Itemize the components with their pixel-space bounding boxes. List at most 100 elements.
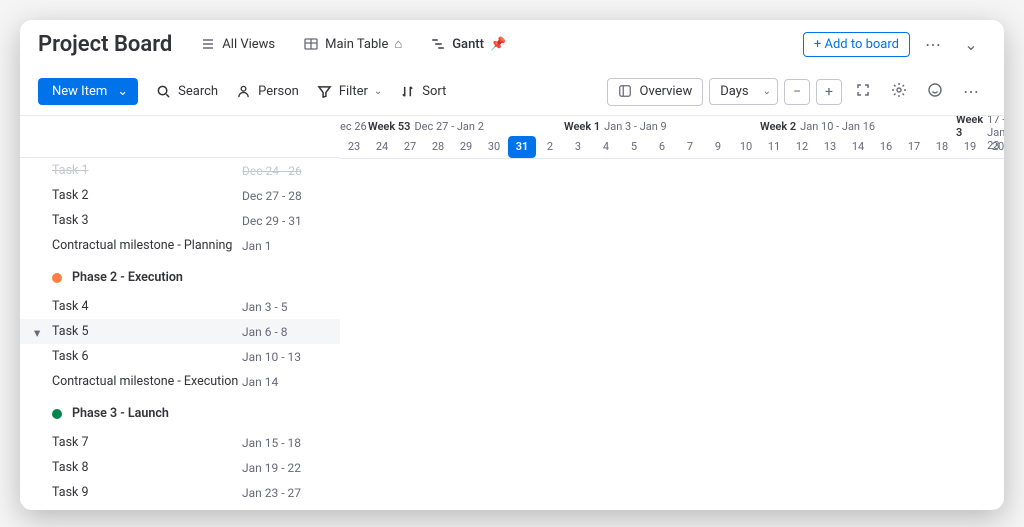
all-views-menu[interactable]: All Views bbox=[200, 36, 275, 52]
week-header: Week 2 Jan 10 - Jan 16 bbox=[760, 116, 875, 136]
chevron-down-icon: ⌄ bbox=[117, 84, 128, 99]
phase-row[interactable]: Phase 2 - Execution bbox=[20, 265, 340, 290]
task-name: Task 6 bbox=[52, 349, 242, 364]
gear-icon bbox=[891, 82, 907, 102]
phase-dot-icon bbox=[52, 273, 62, 283]
day-header: 31 bbox=[508, 136, 536, 158]
task-name: Task 3 bbox=[52, 213, 242, 228]
day-header: 20 bbox=[984, 136, 1004, 158]
task-dates: Jan 14 bbox=[242, 375, 278, 389]
filter-button[interactable]: Filter ⌄ bbox=[317, 84, 382, 100]
dots-icon: ⋯ bbox=[925, 35, 941, 54]
day-header: 3 bbox=[564, 136, 592, 158]
expand-icon[interactable]: ▾ bbox=[34, 325, 48, 339]
new-item-label: New Item bbox=[52, 84, 107, 99]
zoom-select[interactable]: Days ⌄ bbox=[709, 78, 778, 105]
day-header: 5 bbox=[620, 136, 648, 158]
day-header: 9 bbox=[704, 136, 732, 158]
task-row[interactable]: Task 6Jan 10 - 13 bbox=[20, 344, 340, 369]
task-row[interactable]: Task 7Jan 15 - 18 bbox=[20, 430, 340, 455]
task-row[interactable]: Task 2Dec 27 - 28 bbox=[20, 183, 340, 208]
chevron-down-icon: ⌄ bbox=[763, 86, 771, 97]
week-header: ec 26 bbox=[340, 116, 367, 136]
dots-icon: ⋯ bbox=[963, 82, 979, 101]
person-icon bbox=[236, 84, 252, 100]
fullscreen-button[interactable] bbox=[848, 77, 878, 107]
overview-label: Overview bbox=[640, 84, 693, 99]
week-header: Week 3 Jan 17 - Jan 23 bbox=[956, 116, 1004, 136]
chevron-down-icon: ⌄ bbox=[964, 35, 977, 54]
day-header: 17 bbox=[900, 136, 928, 158]
day-header: 28 bbox=[424, 136, 452, 158]
view-gantt[interactable]: Gantt 📌 bbox=[430, 36, 506, 52]
task-dates: Dec 29 - 31 bbox=[242, 214, 302, 228]
day-header: 16 bbox=[872, 136, 900, 158]
gantt-icon bbox=[430, 36, 446, 52]
task-row[interactable]: Task 9Jan 23 - 27 bbox=[20, 480, 340, 505]
task-dates: Jan 6 - 8 bbox=[242, 325, 288, 339]
add-to-board-button[interactable]: + Add to board bbox=[803, 32, 910, 57]
task-name: Task 8 bbox=[52, 460, 242, 475]
task-name: Contractual milestone - Planning bbox=[52, 238, 242, 253]
day-header: 12 bbox=[788, 136, 816, 158]
task-dates: Dec 27 - 28 bbox=[242, 189, 302, 203]
menu-icon bbox=[200, 36, 216, 52]
task-row[interactable]: ▾ Task 5Jan 6 - 8 bbox=[20, 319, 340, 344]
day-header: 29 bbox=[452, 136, 480, 158]
view-main-table-label: Main Table bbox=[325, 37, 388, 52]
task-row[interactable]: Contractual milestone - ExecutionJan 14 bbox=[20, 369, 340, 394]
sort-button[interactable]: Sort bbox=[400, 84, 446, 100]
filter-label: Filter bbox=[339, 84, 368, 99]
expand-icon bbox=[855, 82, 871, 102]
minus-icon: − bbox=[793, 84, 801, 100]
task-row[interactable]: Task 4Jan 3 - 5 bbox=[20, 294, 340, 319]
collapse-toggle[interactable]: ⌄ bbox=[956, 29, 986, 59]
day-header: 14 bbox=[844, 136, 872, 158]
sort-icon bbox=[400, 84, 416, 100]
feedback-button[interactable] bbox=[920, 77, 950, 107]
day-header: 19 bbox=[956, 136, 984, 158]
task-name: Contractual milestone - Execution bbox=[52, 374, 242, 389]
smile-icon bbox=[927, 82, 943, 102]
search-button[interactable]: Search bbox=[156, 84, 218, 100]
task-row[interactable]: Contractual milestone - LaunchJan 28 bbox=[20, 505, 340, 510]
zoom-in-button[interactable]: + bbox=[816, 79, 842, 105]
person-label: Person bbox=[258, 84, 299, 99]
task-dates: Jan 3 - 5 bbox=[242, 300, 288, 314]
task-dates: Dec 24 - 26 bbox=[242, 164, 302, 178]
task-dates: Jan 15 - 18 bbox=[242, 436, 301, 450]
zoom-label: Days bbox=[720, 84, 748, 99]
task-row[interactable]: Task 1Dec 24 - 26 bbox=[20, 158, 340, 183]
day-header: 23 bbox=[340, 136, 368, 158]
day-header: 18 bbox=[928, 136, 956, 158]
overview-button[interactable]: Overview bbox=[607, 78, 704, 106]
task-row[interactable]: Contractual milestone - PlanningJan 1 bbox=[20, 233, 340, 258]
day-header: 6 bbox=[648, 136, 676, 158]
phase-row[interactable]: Phase 3 - Launch bbox=[20, 401, 340, 426]
task-dates: Jan 1 bbox=[242, 239, 272, 253]
task-row[interactable]: Task 3Dec 29 - 31 bbox=[20, 208, 340, 233]
pin-icon: 📌 bbox=[490, 37, 506, 52]
day-header: 10 bbox=[732, 136, 760, 158]
phase-name: Phase 3 - Launch bbox=[72, 406, 169, 421]
task-row[interactable]: Task 8Jan 19 - 22 bbox=[20, 455, 340, 480]
settings-button[interactable] bbox=[884, 77, 914, 107]
sort-label: Sort bbox=[422, 84, 446, 99]
board-title: Project Board bbox=[38, 32, 172, 57]
new-item-button[interactable]: New Item ⌄ bbox=[38, 78, 138, 105]
zoom-out-button[interactable]: − bbox=[784, 79, 810, 105]
plus-icon: + bbox=[825, 84, 833, 100]
day-header: 27 bbox=[396, 136, 424, 158]
task-name: Task 5 bbox=[52, 324, 242, 339]
task-name: Task 9 bbox=[52, 485, 242, 500]
all-views-label: All Views bbox=[222, 37, 275, 52]
phase-dot-icon bbox=[52, 409, 62, 419]
week-header: Week 53 Dec 27 - Jan 2 bbox=[368, 116, 484, 136]
view-gantt-label: Gantt bbox=[452, 37, 484, 52]
more-button[interactable]: ⋯ bbox=[956, 77, 986, 107]
view-main-table[interactable]: Main Table ⌂ bbox=[303, 36, 402, 52]
board-options-button[interactable]: ⋯ bbox=[918, 29, 948, 59]
add-to-board-label: + Add to board bbox=[814, 37, 899, 52]
person-filter[interactable]: Person bbox=[236, 84, 299, 100]
task-name: Task 7 bbox=[52, 435, 242, 450]
